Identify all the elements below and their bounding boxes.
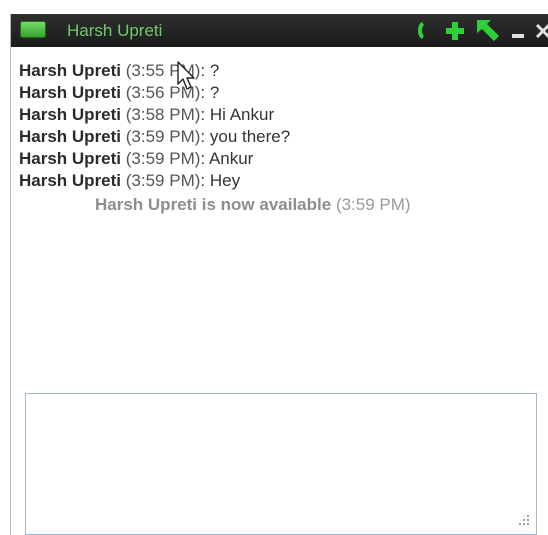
message-separator: : [200,83,206,102]
message-sender: Harsh Upreti [19,171,122,190]
message-separator: : [200,61,206,80]
message-text: you there? [209,127,291,146]
message-sender: Harsh Upreti [19,127,122,146]
close-icon[interactable] [535,14,548,47]
message-time: (3:59 PM) [125,127,201,146]
minimize-icon[interactable] [509,14,529,47]
message-time: (3:55 PM) [125,61,201,80]
arrow-popout-icon[interactable] [473,14,501,47]
presence-notice-text: Harsh Upreti is now available [95,195,332,214]
message-sender: Harsh Upreti [19,105,122,124]
window-title: Harsh Upreti [67,21,163,40]
message-separator: : [200,171,206,190]
message-sender: Harsh Upreti [19,83,122,102]
message-time: (3:59 PM) [125,171,201,190]
presence-notice-time: (3:59 PM) [335,195,411,214]
message-row: Harsh Upreti (3:55 PM): ? [19,60,539,82]
message-time: (3:58 PM) [125,105,201,124]
phone-icon[interactable] [413,14,437,47]
message-list: Harsh Upreti (3:55 PM): ? Harsh Upreti (… [19,60,539,216]
message-time: (3:59 PM) [125,149,201,168]
message-sender: Harsh Upreti [19,149,122,168]
message-text: ? [209,61,220,80]
message-row: Harsh Upreti (3:58 PM): Hi Ankur [19,104,539,126]
message-separator: : [200,127,206,146]
title-bar[interactable]: Harsh Upreti [11,14,548,47]
message-row: Harsh Upreti (3:56 PM): ? [19,82,539,104]
message-row: Harsh Upreti (3:59 PM): Hey [19,170,539,192]
chat-window: Harsh Upreti Harsh Upreti (3:55 PM): ? H… [10,14,548,535]
message-time: (3:56 PM) [125,83,201,102]
resize-grip-icon[interactable] [516,514,530,528]
status-icon [20,21,46,38]
message-row: Harsh Upreti (3:59 PM): you there? [19,126,539,148]
message-text: Ankur [208,149,254,168]
message-row: Harsh Upreti (3:59 PM): Ankur [19,148,539,170]
message-input-box [25,393,537,535]
message-separator: : [200,149,206,168]
message-separator: : [200,105,206,124]
message-input[interactable] [26,394,536,534]
message-text: Hi Ankur [209,105,275,124]
message-text: Hey [209,171,241,190]
plus-icon[interactable] [443,14,467,47]
presence-notice: Harsh Upreti is now available (3:59 PM) [95,194,548,216]
message-text: ? [209,83,220,102]
message-sender: Harsh Upreti [19,61,122,80]
